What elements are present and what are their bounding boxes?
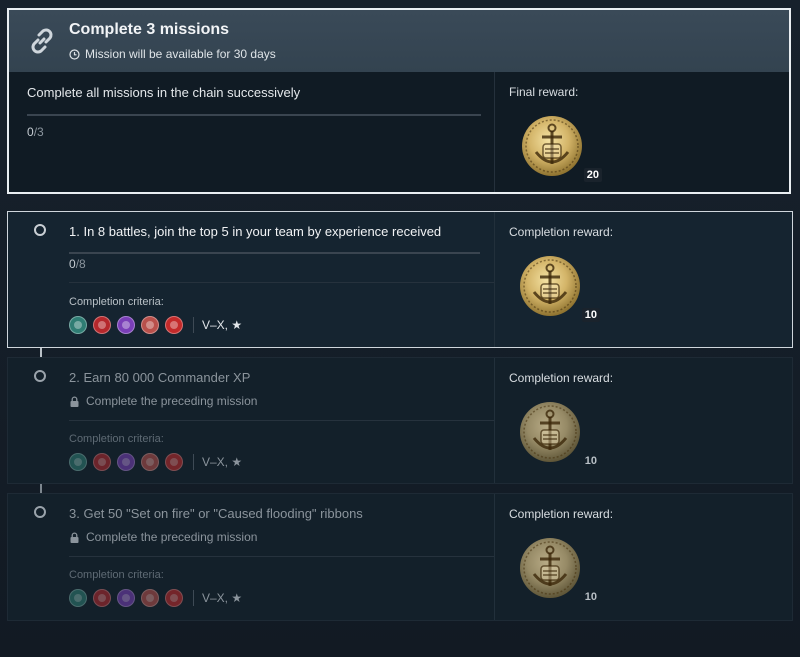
mission-progress-current: 0 (69, 257, 76, 271)
cruiser-class-icon (93, 316, 111, 334)
clock-icon (69, 48, 80, 60)
anchor-coin-icon[interactable]: 20 (520, 114, 602, 182)
mission-title: 3. Get 50 "Set on fire" or "Caused flood… (69, 506, 363, 521)
chain-description: Complete all missions in the chain succe… (27, 85, 301, 100)
completion-reward-count: 10 (581, 308, 600, 322)
battleship-class-icon (117, 453, 135, 471)
mission-title: 2. Earn 80 000 Commander XP (69, 370, 251, 385)
tier-range: V–X, ★ (202, 591, 243, 605)
destroyer-class-icon (69, 453, 87, 471)
completion-reward-label: Completion reward: (509, 371, 614, 385)
mission-status-circle (34, 506, 46, 518)
chain-progress-section: Complete all missions in the chain succe… (9, 72, 493, 192)
mission-status-circle (34, 370, 46, 382)
completion-reward-section: Completion reward: 10 (494, 494, 792, 620)
mission-divider (69, 420, 494, 421)
completion-reward-label: Completion reward: (509, 507, 614, 521)
destroyer-class-icon (69, 589, 87, 607)
final-reward-label: Final reward: (509, 85, 579, 99)
mission-progress-bar (69, 252, 480, 254)
availability-text: Mission will be available for 30 days (85, 47, 276, 61)
completion-reward-label: Completion reward: (509, 225, 614, 239)
final-reward-section: Final reward: 20 (494, 72, 789, 192)
mission-chain-card[interactable]: Complete 3 missions Mission will be avai… (7, 8, 791, 194)
chain-link-icon (31, 28, 53, 54)
chain-progress-bar (27, 114, 481, 116)
mission-divider (69, 556, 494, 557)
availability-line: Mission will be available for 30 days (69, 47, 276, 61)
lock-icon (70, 531, 79, 543)
completion-reward-section: Completion reward: 10 (494, 358, 792, 483)
completion-reward-count: 10 (584, 455, 597, 467)
chain-progress-total: /3 (33, 125, 44, 139)
criteria-separator (193, 454, 194, 470)
lock-notice: Complete the preceding mission (69, 530, 257, 544)
chain-progress-text: 0/3 (27, 125, 44, 139)
mission-divider (69, 282, 494, 283)
mission-card-3[interactable]: 3. Get 50 "Set on fire" or "Caused flood… (7, 493, 793, 621)
criteria-separator (193, 317, 194, 333)
carrier-class-icon (141, 589, 159, 607)
completion-reward-section: Completion reward: 10 (494, 212, 792, 347)
lock-text: Complete the preceding mission (86, 394, 258, 408)
mission-status-circle (34, 224, 46, 236)
battleship-class-icon (117, 316, 135, 334)
lock-text: Complete the preceding mission (86, 530, 258, 544)
mission-card-2[interactable]: 2. Earn 80 000 Commander XP Complete the… (7, 357, 793, 484)
mission-progress-text: 0/8 (69, 257, 86, 271)
mission-progress-total: /8 (75, 257, 86, 271)
criteria-separator (193, 590, 194, 606)
lock-icon (70, 395, 79, 407)
destroyer-class-icon (69, 316, 87, 334)
submarine-class-icon (165, 316, 183, 334)
submarine-class-icon (165, 453, 183, 471)
criteria-label: Completion criteria: (69, 296, 164, 308)
cruiser-class-icon (93, 589, 111, 607)
anchor-coin-icon[interactable]: 10 (518, 536, 597, 603)
criteria-row: V–X, ★ (69, 316, 242, 334)
anchor-coin-icon[interactable]: 10 (518, 254, 600, 322)
tier-range: V–X, ★ (202, 455, 243, 469)
completion-reward-count: 10 (584, 591, 597, 603)
criteria-label: Completion criteria: (69, 569, 164, 581)
criteria-label: Completion criteria: (69, 433, 164, 445)
carrier-class-icon (141, 316, 159, 334)
cruiser-class-icon (93, 453, 111, 471)
final-reward-count: 20 (583, 168, 602, 182)
submarine-class-icon (165, 589, 183, 607)
mission-title: 1. In 8 battles, join the top 5 in your … (69, 224, 442, 239)
chain-title: Complete 3 missions (69, 21, 230, 38)
criteria-row: V–X, ★ (69, 453, 242, 471)
battleship-class-icon (117, 589, 135, 607)
mission-card-1[interactable]: 1. In 8 battles, join the top 5 in your … (7, 211, 793, 348)
lock-notice: Complete the preceding mission (69, 394, 257, 408)
carrier-class-icon (141, 453, 159, 471)
chain-header: Complete 3 missions Mission will be avai… (9, 10, 789, 72)
tier-range: V–X, ★ (202, 318, 243, 332)
chain-progress-current: 0 (27, 125, 34, 139)
criteria-row: V–X, ★ (69, 589, 242, 607)
anchor-coin-icon[interactable]: 10 (518, 400, 597, 467)
